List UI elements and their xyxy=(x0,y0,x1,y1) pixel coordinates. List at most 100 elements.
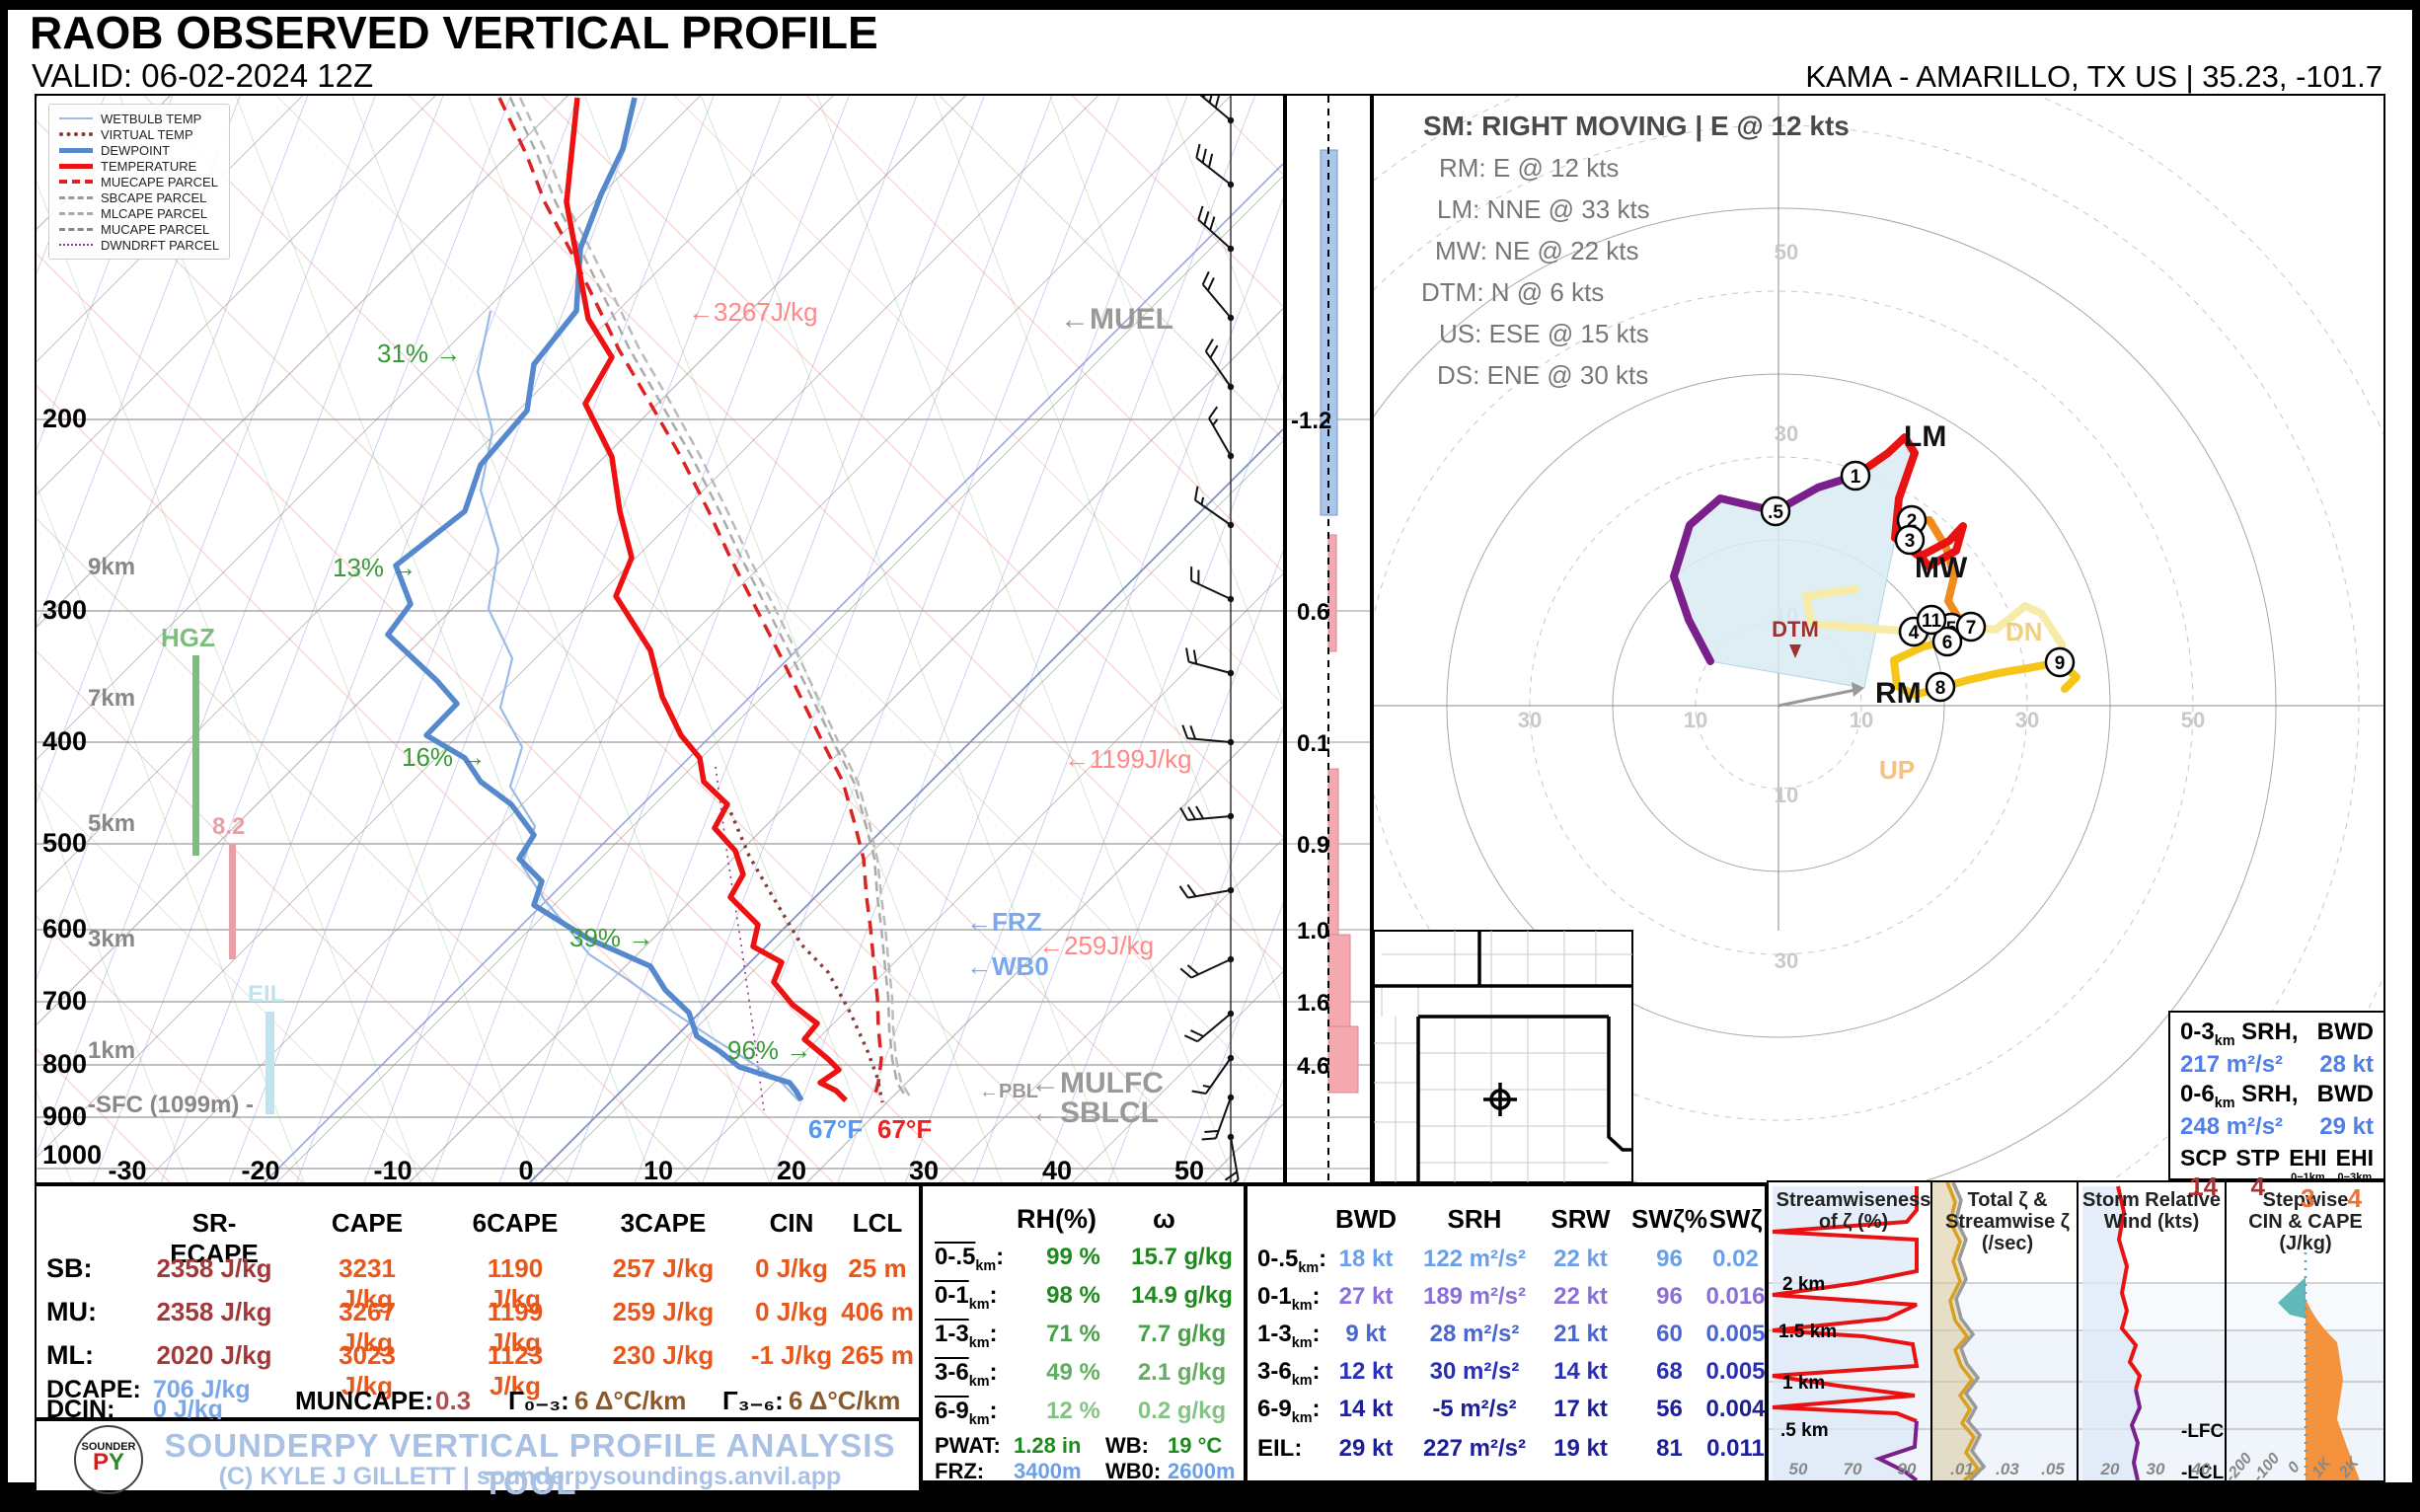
sounderpy-logo: SOUNDER PY xyxy=(74,1425,143,1494)
p4-title-2: CIN & CAPE xyxy=(2248,1211,2363,1233)
sb-srecape: 2358 J/kg xyxy=(155,1253,273,1284)
col-3cape: 3CAPE xyxy=(609,1208,718,1239)
moist-row-label: 3-6km: xyxy=(935,1359,998,1390)
legend-label: MUCAPE PARCEL xyxy=(101,222,209,237)
p2-title-2: Streamwise ζ xyxy=(1945,1211,2070,1233)
swp-eil: 81 xyxy=(1627,1435,1711,1463)
stp-column: STP4 xyxy=(2235,1145,2280,1214)
legend-label: MLCAPE PARCEL xyxy=(101,206,207,221)
eil-label: EIL xyxy=(248,981,284,1008)
pressure-label: 1000 xyxy=(42,1140,102,1170)
srh-info-box: 0-3km SRH, BWD 217 m²/s² 28 kt 0-6km SRH… xyxy=(2168,1011,2385,1180)
dcape-bar-label: 8.2 xyxy=(212,813,245,840)
stp-value: 4 xyxy=(2235,1172,2280,1202)
ylabel-1km: 1 km xyxy=(1782,1373,1825,1394)
srw-1-3: 21 kt xyxy=(1539,1321,1623,1348)
swp-6-9: 56 xyxy=(1627,1396,1711,1423)
sfc-label: -SFC (1099m) - xyxy=(88,1092,254,1118)
lapse-0-3-label: Γ₀₋₃: xyxy=(508,1386,569,1416)
srw-6-9: 17 kt xyxy=(1539,1396,1623,1423)
p1-title-1: Streamwiseness xyxy=(1777,1189,1930,1211)
omega-value: 1.0 xyxy=(1297,918,1329,945)
srh-0-3-value: 217 m²/s² xyxy=(2180,1051,2283,1079)
svg-text:3: 3 xyxy=(1905,531,1916,552)
pwat-label: PWAT: xyxy=(935,1433,1001,1459)
stepwise-cape-plot: Stepwise CIN & CAPE (J/kg) -200 -100 0 1… xyxy=(2225,1180,2385,1482)
lfc-label: -LFC xyxy=(2181,1421,2225,1442)
p1-tick: 50 xyxy=(1789,1460,1808,1478)
legend-label: DEWPOINT xyxy=(101,143,170,158)
wind-barbs xyxy=(1180,96,1244,1182)
ml-lcl: 265 m xyxy=(838,1340,917,1371)
temp-label: -30 xyxy=(108,1156,146,1182)
valid-time: VALID: 06-02-2024 12Z xyxy=(32,57,373,95)
rh-label-96: 96% → xyxy=(727,1035,811,1065)
omega-value: 0.1 xyxy=(1297,730,1329,757)
rh-6-9: 12 % xyxy=(1026,1398,1120,1425)
rm-label: RM xyxy=(1875,677,1922,710)
wetbulb-curve xyxy=(478,311,798,1100)
mu-3cape: 259 J/kg xyxy=(609,1297,718,1327)
temp-label: 0 xyxy=(518,1156,533,1182)
ehi3-value: 4 xyxy=(2336,1183,2374,1214)
temp-label: 40 xyxy=(1042,1156,1072,1182)
srh-0-3-label: 0-3km SRH, xyxy=(2180,1019,2299,1049)
wb-label: WB: xyxy=(1105,1433,1149,1459)
swz-0-5: 0.02 xyxy=(1703,1246,1768,1273)
svg-text:30: 30 xyxy=(1775,948,1798,973)
temperature-swatch-icon xyxy=(59,164,93,169)
srh-eil: 227 m²/s² xyxy=(1420,1435,1529,1463)
dn-label: DN xyxy=(2005,617,2043,646)
lapse-0-3-value: 6 Δ°C/km xyxy=(574,1386,686,1416)
bwd-0-6-label: BWD xyxy=(2317,1081,2374,1108)
col-lcl: LCL xyxy=(838,1208,917,1239)
srw-0-5: 22 kt xyxy=(1539,1246,1623,1273)
svg-text:10: 10 xyxy=(1684,708,1707,732)
muncape-value: 0.3 xyxy=(435,1386,471,1416)
frz-table-label: FRZ: xyxy=(935,1459,984,1484)
bwd-0-3-value: 28 kt xyxy=(2319,1051,2374,1079)
rh-0-5: 99 % xyxy=(1026,1244,1120,1271)
bwd-0-3-label: BWD xyxy=(2317,1019,2374,1046)
col-6cape: 6CAPE xyxy=(461,1208,569,1239)
streamwiseness-svg: 2 km 1.5 km 1 km .5 km Streamwiseness of… xyxy=(1769,1182,1930,1480)
omega-value: 1.6 xyxy=(1297,990,1329,1017)
cape6-energy-label: ←1199J/kg xyxy=(1064,744,1192,774)
row-mu-label: MU: xyxy=(46,1297,97,1327)
srh-1-3: 28 m²/s² xyxy=(1420,1321,1529,1348)
height-label: 9km xyxy=(88,554,135,580)
col-cin: CIN xyxy=(742,1208,841,1239)
omega-header: ω xyxy=(1153,1204,1175,1235)
kin-row-label: 0-.5km: xyxy=(1257,1246,1326,1276)
rh-label-39: 39% → xyxy=(569,923,653,952)
p3-tick: 30 xyxy=(2147,1460,2165,1478)
map-inset xyxy=(1374,931,1632,1182)
skewt-legend: WETBULB TEMP VIRTUAL TEMP DEWPOINT TEMPE… xyxy=(48,104,230,260)
p2-tick: .01 xyxy=(1950,1460,1974,1478)
rh-layer-labels: 31% → 13% → 16% → 39% → 96% → xyxy=(333,339,811,1065)
mucape-swatch-icon xyxy=(59,228,93,231)
bwd-0-1: 27 kt xyxy=(1326,1283,1405,1311)
row-sb-label: SB: xyxy=(46,1253,93,1284)
ylabel-2km: 2 km xyxy=(1782,1274,1825,1295)
dewpoint-swatch-icon xyxy=(59,148,93,153)
p3-tick: 40 xyxy=(2191,1460,2211,1478)
ml-3cape: 230 J/kg xyxy=(609,1340,718,1371)
mw-label: MW xyxy=(1915,552,1968,584)
mu-lcl: 406 m xyxy=(838,1297,917,1327)
svg-text:30: 30 xyxy=(1518,708,1542,732)
svg-text:7: 7 xyxy=(1966,618,1977,639)
swz-3-6: 0.005 xyxy=(1703,1358,1768,1386)
sb-cin: 0 J/kg xyxy=(742,1253,841,1284)
moist-row-label: 6-9km: xyxy=(935,1398,998,1428)
wb0-value: 2600m xyxy=(1168,1459,1236,1484)
temp-label: 20 xyxy=(777,1156,806,1182)
sfc-temp-f-label: 67°F xyxy=(877,1114,932,1144)
frz-label: ←FRZ xyxy=(966,907,1042,937)
swp-0-5: 96 xyxy=(1627,1246,1711,1273)
srw-eil: 19 kt xyxy=(1539,1435,1623,1463)
streamwiseness-plot: 2 km 1.5 km 1 km .5 km Streamwiseness of… xyxy=(1767,1180,1932,1482)
logo-text-y: Y xyxy=(109,1449,124,1475)
rh-label-13: 13% → xyxy=(333,553,416,582)
moist-row-label: 1-3km: xyxy=(935,1321,998,1351)
